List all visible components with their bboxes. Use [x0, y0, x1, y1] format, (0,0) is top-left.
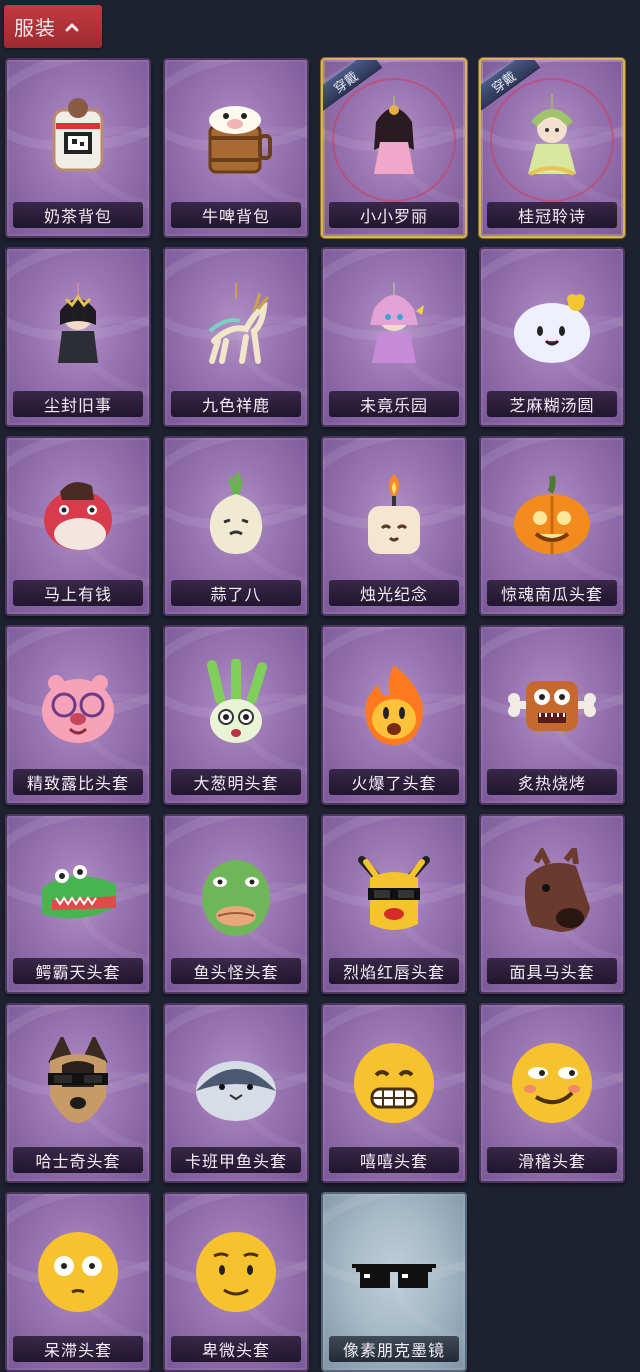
costume-card[interactable]: 蒜了八 — [163, 436, 309, 616]
costume-card[interactable]: 九色祥鹿 — [163, 247, 309, 427]
costume-name-label: 烛光纪念 — [329, 580, 459, 606]
costume-name-label: 蒜了八 — [171, 580, 301, 606]
costume-name-label: 小小罗丽 — [329, 202, 459, 228]
costume-card[interactable]: 滑稽头套 — [479, 1003, 625, 1183]
costume-card[interactable]: 哈士奇头套 — [5, 1003, 151, 1183]
fire-mask-icon — [348, 659, 440, 751]
costume-card[interactable]: 烛光纪念 — [321, 436, 467, 616]
yellow-hood-mask-icon — [348, 848, 440, 940]
costume-name-label: 卑微头套 — [171, 1336, 301, 1362]
pumpkin-mask-icon — [506, 470, 598, 562]
costume-card[interactable]: 奶茶背包 — [5, 58, 151, 238]
costume-name-label: 芝麻糊汤圆 — [487, 391, 617, 417]
costume-card[interactable]: 呆滞头套 — [5, 1192, 151, 1372]
costume-card[interactable]: 芝麻糊汤圆 — [479, 247, 625, 427]
costume-section-header[interactable]: 服装 — [4, 5, 102, 48]
costume-card[interactable]: 炙热烧烤 — [479, 625, 625, 805]
costume-card[interactable]: 精致露比头套 — [5, 625, 151, 805]
costume-card[interactable]: 尘封旧事 — [5, 247, 151, 427]
meat-mask-icon — [506, 659, 598, 751]
costume-name-label: 九色祥鹿 — [171, 391, 301, 417]
crocodile-mask-icon — [32, 848, 124, 940]
costume-name-label: 惊魂南瓜头套 — [487, 580, 617, 606]
costume-name-label: 未竟乐园 — [329, 391, 459, 417]
costume-name-label: 马上有钱 — [13, 580, 143, 606]
horse-mask-icon — [506, 848, 598, 940]
costume-card[interactable]: 穿戴 桂冠聆诗 — [479, 58, 625, 238]
pink-beaver-mask-icon — [32, 659, 124, 751]
costume-grid: 奶茶背包 牛啤背包 穿戴 小小罗丽 穿戴 桂冠聆诗尘封旧事 九色祥鹿 未竟乐园 芝麻糊汤圆马上有… — [5, 58, 635, 1372]
costume-card[interactable]: 卑微头套 — [163, 1192, 309, 1372]
dumpling-charm-icon — [506, 281, 598, 373]
costume-card[interactable]: 像素朋克墨镜 — [321, 1192, 467, 1372]
humble-emoji-mask-icon — [190, 1226, 282, 1318]
laurel-charm-icon — [506, 92, 598, 184]
candle-mask-icon — [348, 470, 440, 562]
costume-name-label: 桂冠聆诗 — [487, 202, 617, 228]
horse-head-mask-icon — [32, 470, 124, 562]
costume-card[interactable]: 牛啤背包 — [163, 58, 309, 238]
scallion-mask-icon — [190, 659, 282, 751]
costume-name-label: 嘻嘻头套 — [329, 1147, 459, 1173]
costume-name-label: 哈士奇头套 — [13, 1147, 143, 1173]
costume-name-label: 烈焰红唇头套 — [329, 958, 459, 984]
gothic-doll-charm-icon — [32, 281, 124, 373]
costume-name-label: 尘封旧事 — [13, 391, 143, 417]
costume-card[interactable]: 鱼头怪头套 — [163, 814, 309, 994]
costume-name-label: 火爆了头套 — [329, 769, 459, 795]
fish-mask-icon — [190, 848, 282, 940]
costume-name-label: 面具马头套 — [487, 958, 617, 984]
costume-name-label: 牛啤背包 — [171, 202, 301, 228]
costume-name-label: 鱼头怪头套 — [171, 958, 301, 984]
costume-card[interactable]: 卡班甲鱼头套 — [163, 1003, 309, 1183]
costume-name-label: 炙热烧烤 — [487, 769, 617, 795]
chevron-up-icon[interactable] — [62, 17, 82, 37]
costume-card[interactable]: 鳄霸天头套 — [5, 814, 151, 994]
clown-doll-charm-icon — [348, 281, 440, 373]
milk-tea-bag-icon — [32, 92, 124, 184]
grin-emoji-mask-icon — [348, 1037, 440, 1129]
costume-name-label: 精致露比头套 — [13, 769, 143, 795]
costume-name-label: 奶茶背包 — [13, 202, 143, 228]
costume-name-label: 滑稽头套 — [487, 1147, 617, 1173]
costume-card[interactable]: 未竟乐园 — [321, 247, 467, 427]
costume-name-label: 呆滞头套 — [13, 1336, 143, 1362]
pixel-sunglasses-icon — [348, 1226, 440, 1318]
section-title: 服装 — [14, 16, 56, 40]
dazed-emoji-mask-icon — [32, 1226, 124, 1318]
costume-card[interactable]: 面具马头套 — [479, 814, 625, 994]
beer-barrel-bag-icon — [190, 92, 282, 184]
costume-name-label: 像素朋克墨镜 — [329, 1336, 459, 1362]
costume-name-label: 鳄霸天头套 — [13, 958, 143, 984]
dog-mask-icon — [32, 1037, 124, 1129]
turtle-fish-mask-icon — [190, 1037, 282, 1129]
costume-card[interactable]: 嘻嘻头套 — [321, 1003, 467, 1183]
costume-card[interactable]: 穿戴 小小罗丽 — [321, 58, 467, 238]
costume-card[interactable]: 火爆了头套 — [321, 625, 467, 805]
costume-name-label: 卡班甲鱼头套 — [171, 1147, 301, 1173]
costume-card[interactable]: 惊魂南瓜头套 — [479, 436, 625, 616]
costume-name-label: 大葱明头套 — [171, 769, 301, 795]
costume-card[interactable]: 烈焰红唇头套 — [321, 814, 467, 994]
funny-emoji-mask-icon — [506, 1037, 598, 1129]
deer-charm-icon — [190, 281, 282, 373]
doll-charm-icon — [348, 92, 440, 184]
costume-card[interactable]: 大葱明头套 — [163, 625, 309, 805]
garlic-mask-icon — [190, 470, 282, 562]
costume-card[interactable]: 马上有钱 — [5, 436, 151, 616]
